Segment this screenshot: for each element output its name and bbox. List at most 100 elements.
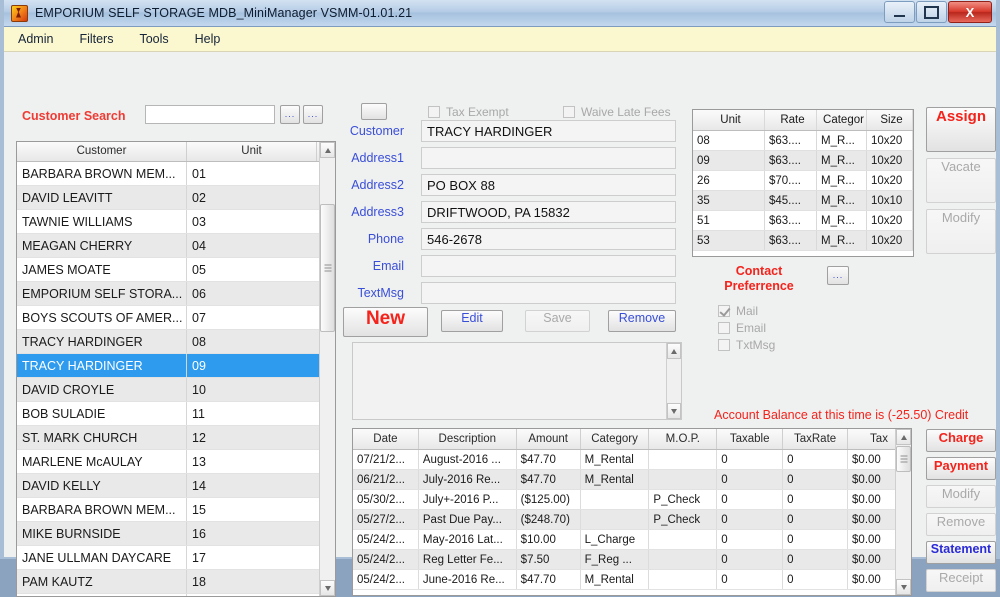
transactions-scrollbar[interactable]: [895, 429, 911, 595]
payment-button[interactable]: Payment: [926, 457, 996, 480]
cell-category: M_R...: [817, 131, 867, 150]
notes-panel[interactable]: [352, 342, 682, 420]
search-filter-button[interactable]: ...: [303, 105, 323, 124]
customer-list-row[interactable]: JAMES MOATE 05: [17, 258, 335, 282]
scrollbar-thumb[interactable]: [896, 446, 911, 472]
transaction-row[interactable]: 05/24/2... Reg Letter Fe... $7.50 F_Reg ...…: [353, 550, 911, 570]
column-header-amount: Amount: [517, 429, 581, 449]
cell-unit: 13: [192, 455, 206, 469]
menu-item-filters[interactable]: Filters: [79, 32, 113, 46]
transaction-row[interactable]: 05/30/2... July+-2016 P... ($125.00) P_Chec…: [353, 490, 911, 510]
address1-field[interactable]: [421, 147, 676, 169]
contact-pref-mail-checkbox: Mail: [718, 304, 758, 318]
customer-list[interactable]: Customer Unit BARBARA BROWN MEM... 01 DAVI…: [16, 141, 336, 597]
scroll-up-icon[interactable]: [320, 142, 335, 158]
cell-customer-name: TAWNIE WILLIAMS: [17, 210, 187, 233]
window-title: EMPORIUM SELF STORAGE MDB_MiniManager VS…: [35, 6, 413, 20]
edit-button[interactable]: Edit: [441, 310, 503, 332]
transactions-table[interactable]: Date Description Amount Category M.O.P. …: [352, 428, 912, 596]
maximize-button[interactable]: [916, 1, 947, 23]
scroll-down-icon[interactable]: [320, 580, 335, 596]
units-table-row[interactable]: 35 $45.... M_R... 10x10: [693, 191, 913, 211]
customer-list-row[interactable]: DAVID KELLY 14: [17, 474, 335, 498]
minimize-button[interactable]: [884, 1, 915, 23]
cell-unit: 14: [192, 479, 206, 493]
units-table-row[interactable]: 26 $70.... M_R... 10x20: [693, 171, 913, 191]
phone-field[interactable]: [421, 228, 676, 250]
units-table[interactable]: Unit Rate Categor Size 08 $63.... M_R... 10…: [692, 109, 914, 257]
statement-button[interactable]: Statement: [926, 541, 996, 564]
cell-description: Reg Letter Fe...: [419, 550, 517, 569]
customer-list-row[interactable]: JANE ULLMAN DAYCARE 17: [17, 546, 335, 570]
assign-unit-button[interactable]: Assign: [926, 107, 996, 152]
cell-customer-name: MIKE BURNSIDE: [17, 522, 187, 545]
address3-field[interactable]: [421, 201, 676, 223]
customer-list-row[interactable]: PAM KAUTZ 18: [17, 570, 335, 594]
units-table-row[interactable]: 09 $63.... M_R... 10x20: [693, 151, 913, 171]
customer-list-row[interactable]: DAVID LEAVITT 02: [17, 186, 335, 210]
cell-rate: $63....: [765, 131, 817, 150]
textmsg-field[interactable]: [421, 282, 676, 304]
cell-description: June-2016 Re...: [419, 570, 517, 589]
cell-date: 06/21/2...: [353, 470, 419, 489]
cell-customer-name: PAM KAUTZ: [17, 570, 187, 593]
customer-picker-button[interactable]: [361, 103, 387, 120]
customer-list-row[interactable]: BARBARA BROWN MEM... 15: [17, 498, 335, 522]
customer-name-field[interactable]: [421, 120, 676, 142]
units-table-row[interactable]: 53 $63.... M_R... 10x20: [693, 231, 913, 251]
new-button[interactable]: New: [343, 307, 428, 337]
transaction-row[interactable]: 07/21/2... August-2016 ... $47.70 M_Rental 0…: [353, 450, 911, 470]
transaction-row[interactable]: 05/24/2... June-2016 Re... $47.70 M_Rental 0…: [353, 570, 911, 590]
transaction-row[interactable]: 05/27/2... Past Due Pay... ($248.70) P_Chec…: [353, 510, 911, 530]
customer-list-row[interactable]: MEAGAN CHERRY 04: [17, 234, 335, 258]
waive-late-fees-checkbox[interactable]: Waive Late Fees: [563, 105, 671, 119]
customer-list-row[interactable]: BOYS SCOUTS OF AMER... 07: [17, 306, 335, 330]
notes-scrollbar[interactable]: [666, 343, 681, 419]
menu-item-help[interactable]: Help: [195, 32, 221, 46]
address2-field[interactable]: [421, 174, 676, 196]
customer-list-row[interactable]: EMPORIUM SELF STORA... 06: [17, 282, 335, 306]
app-logo-icon: [11, 4, 28, 22]
cell-unit: 16: [192, 527, 206, 541]
customer-list-scrollbar[interactable]: [319, 142, 335, 596]
close-button[interactable]: X: [948, 1, 992, 23]
field-label-address3: Address3: [351, 205, 404, 219]
customer-list-row[interactable]: MARLENE McAULAY 13: [17, 450, 335, 474]
scroll-up-icon[interactable]: [667, 343, 681, 359]
cell-unit: 07: [192, 311, 206, 325]
scroll-down-icon[interactable]: [896, 579, 911, 595]
customer-search-input[interactable]: [145, 105, 275, 124]
search-browse-button[interactable]: ...: [280, 105, 300, 124]
tax-exempt-checkbox[interactable]: Tax Exempt: [428, 105, 509, 119]
customer-list-row[interactable]: BOB SULADIE 11: [17, 402, 335, 426]
customer-list-row[interactable]: DAVID CROYLE 10: [17, 378, 335, 402]
title-bar: EMPORIUM SELF STORAGE MDB_MiniManager VS…: [4, 0, 996, 27]
charge-button[interactable]: Charge: [926, 429, 996, 452]
cell-category: F_Reg ...: [581, 550, 650, 569]
customer-list-row[interactable]: BARBARA BROWN MEM... 01: [17, 162, 335, 186]
contact-preference-options-button[interactable]: ...: [827, 266, 849, 285]
scroll-up-icon[interactable]: [896, 429, 911, 445]
transaction-row[interactable]: 05/24/2... May-2016 Lat... $10.00 L_Charge 0…: [353, 530, 911, 550]
customer-list-row[interactable]: ST. MARK CHURCH 12: [17, 426, 335, 450]
remove-customer-button[interactable]: Remove: [608, 310, 676, 332]
column-header-date: Date: [353, 429, 419, 449]
cell-size: 10x20: [867, 171, 913, 190]
contact-preference-title: Contact Preferrence: [704, 264, 814, 294]
scroll-down-icon[interactable]: [667, 403, 681, 419]
contact-preference-line2: Preferrence: [724, 279, 794, 293]
menu-item-admin[interactable]: Admin: [18, 32, 53, 46]
scrollbar-thumb[interactable]: [320, 204, 335, 332]
units-table-row[interactable]: 08 $63.... M_R... 10x20: [693, 131, 913, 151]
cell-unit: 01: [192, 167, 206, 181]
cell-date: 05/27/2...: [353, 510, 419, 529]
cell-category: [581, 490, 650, 509]
units-table-row[interactable]: 51 $63.... M_R... 10x20: [693, 211, 913, 231]
email-field[interactable]: [421, 255, 676, 277]
customer-list-row[interactable]: TAWNIE WILLIAMS 03: [17, 210, 335, 234]
customer-list-row[interactable]: MIKE BURNSIDE 16: [17, 522, 335, 546]
customer-list-row[interactable]: TRACY HARDINGER 09: [17, 354, 335, 378]
menu-item-tools[interactable]: Tools: [139, 32, 168, 46]
customer-list-row[interactable]: TRACY HARDINGER 08: [17, 330, 335, 354]
transaction-row[interactable]: 06/21/2... July-2016 Re... $47.70 M_Rental 0…: [353, 470, 911, 490]
